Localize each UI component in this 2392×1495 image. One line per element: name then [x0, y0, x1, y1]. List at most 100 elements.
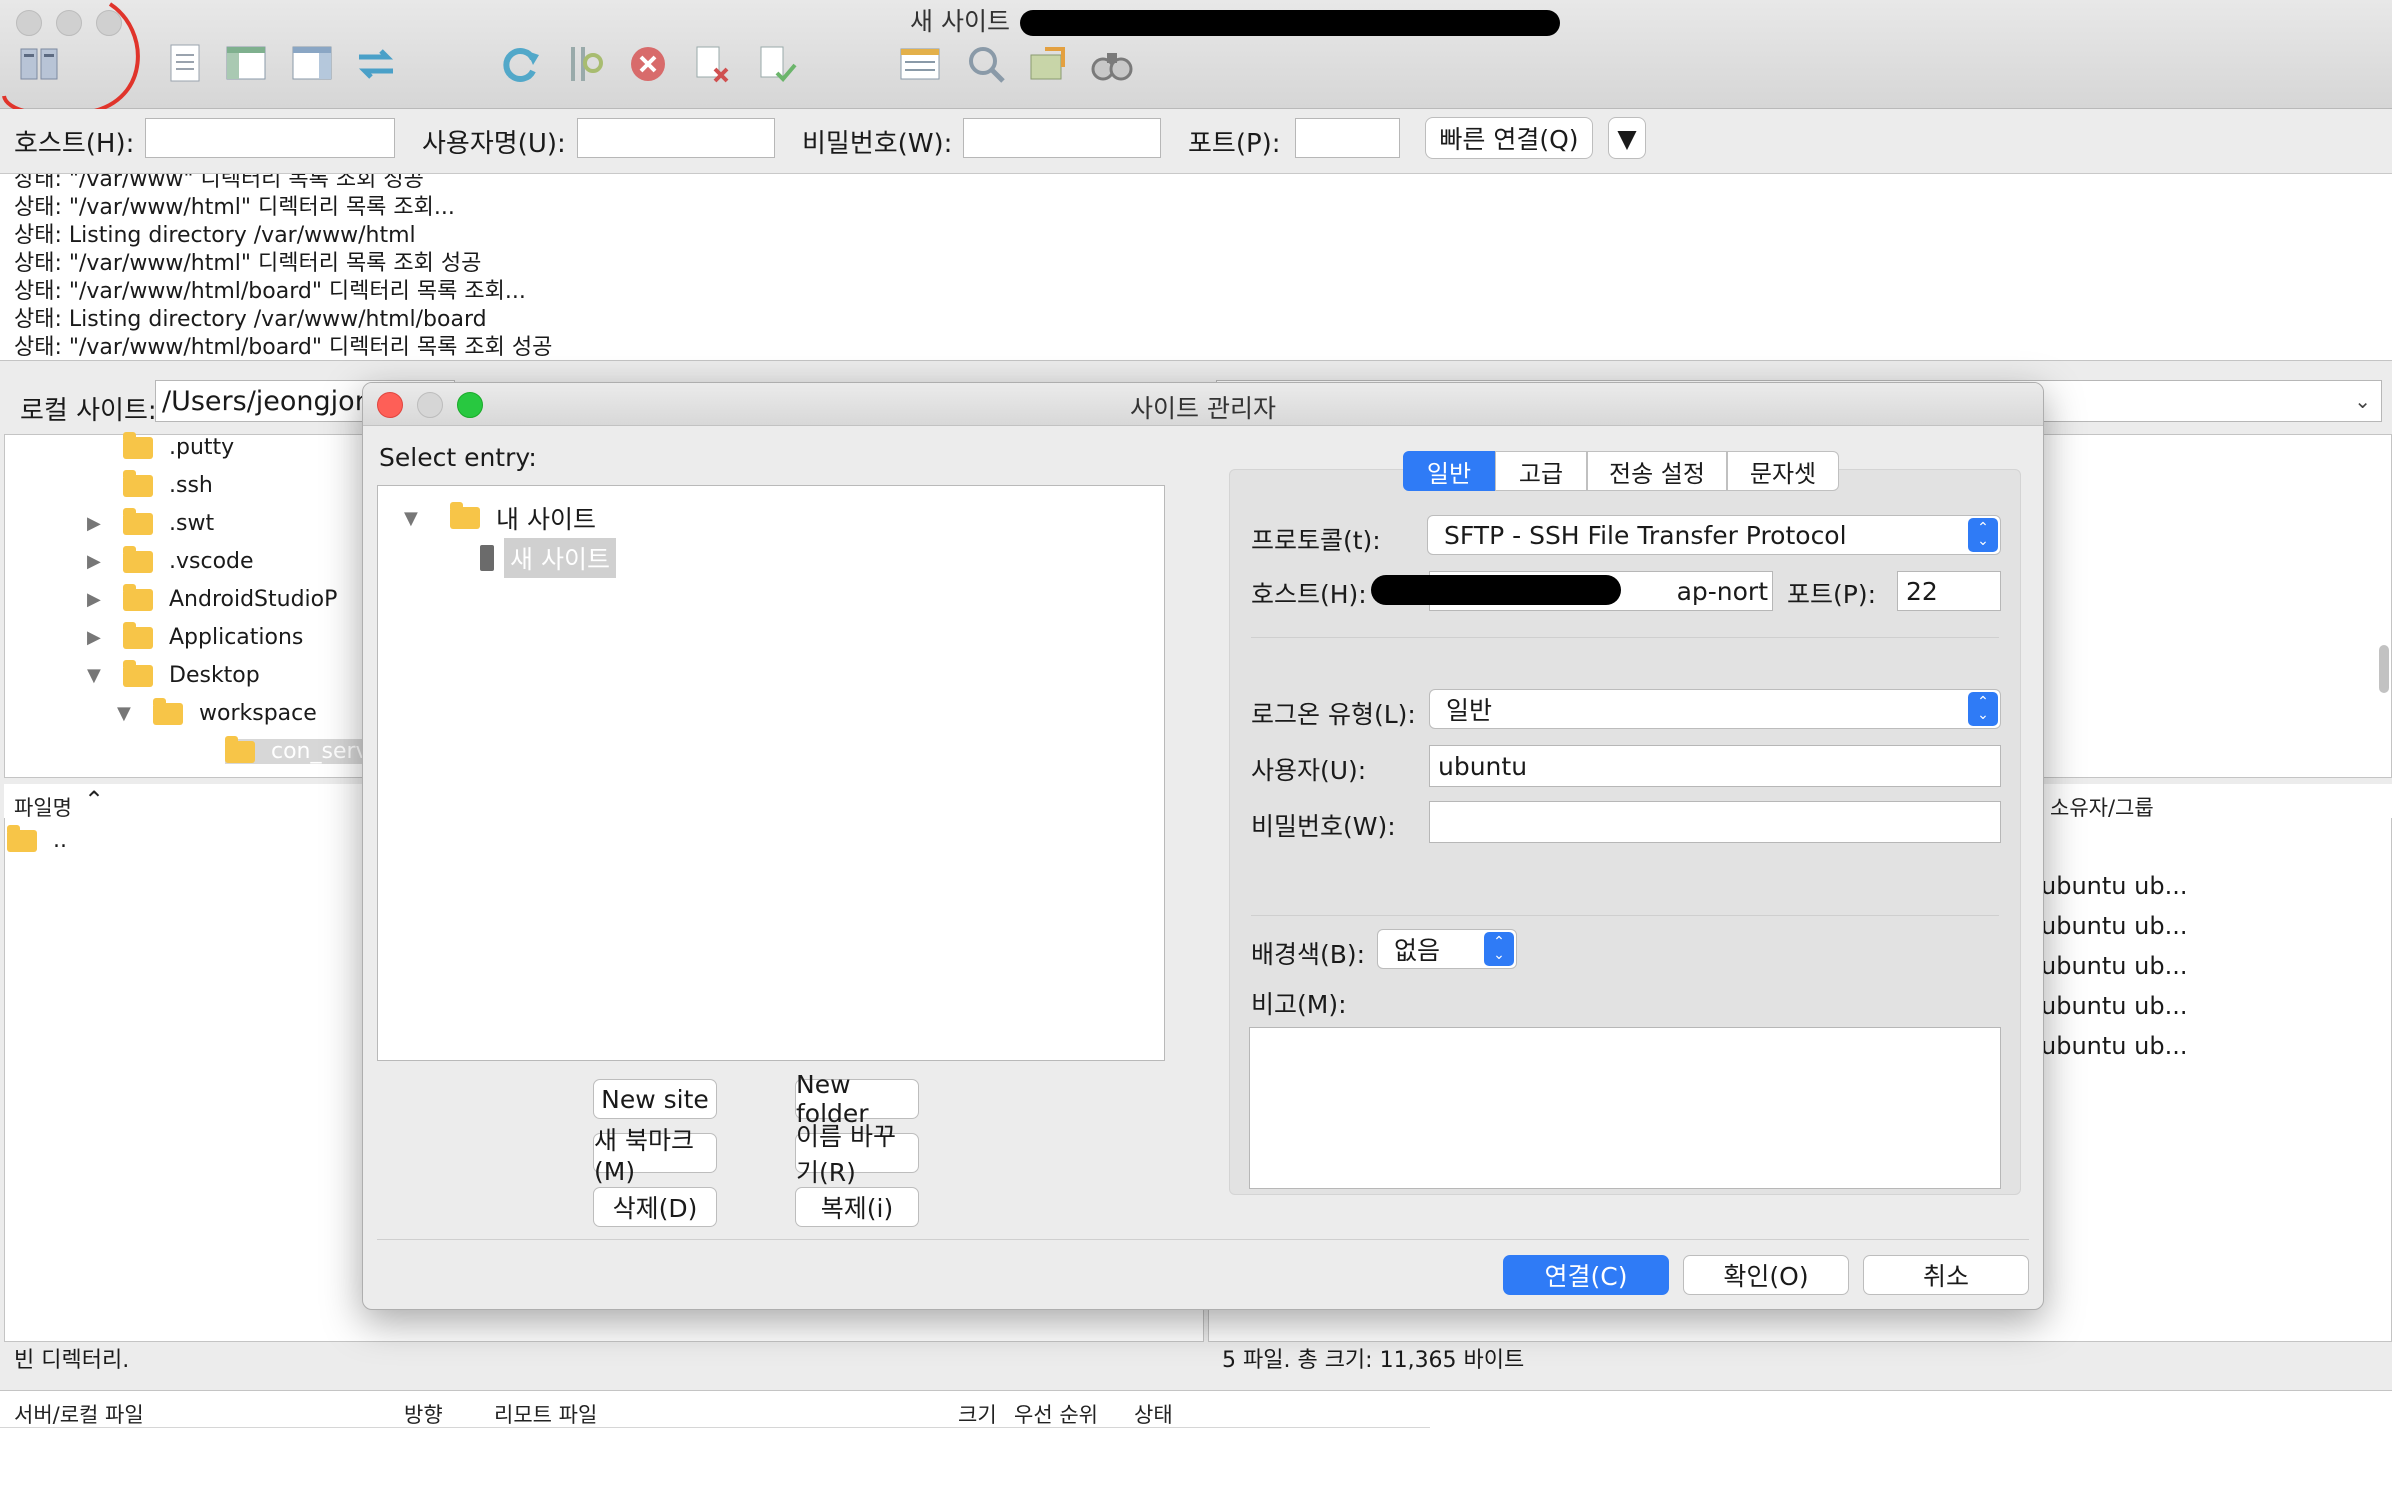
divider — [1251, 637, 1999, 638]
cancel-icon[interactable] — [624, 40, 672, 88]
folder-icon — [123, 469, 153, 497]
chevron-down-icon[interactable]: ⌄ — [2354, 389, 2371, 413]
tab-general[interactable]: 일반 — [1403, 451, 1495, 491]
user-input[interactable]: ubuntu — [1429, 745, 2001, 787]
background-color-label: 배경색(B): — [1251, 940, 1366, 969]
logon-type-label: 로그온 유형(L): — [1251, 700, 1416, 729]
tree-item-label: workspace — [199, 701, 317, 726]
tree-item-label: .swt — [169, 511, 215, 536]
disclosure-arrow-icon[interactable]: ▼ — [404, 508, 450, 529]
log-line: 상태: "/var/www" 디렉터리 목록 조회 성공 — [14, 174, 424, 192]
tab-transfer-settings[interactable]: 전송 설정 — [1587, 451, 1727, 491]
queue-column-header[interactable]: 우선 순위 — [1014, 1399, 1098, 1429]
local-tree-icon[interactable] — [222, 40, 270, 88]
tab-advanced[interactable]: 고급 — [1495, 451, 1587, 491]
protocol-select[interactable]: SFTP - SSH File Transfer Protocol ⌃ ⌄ — [1427, 515, 2001, 555]
new-bookmark-button[interactable]: 새 북마크(M) — [593, 1126, 717, 1186]
tree-item[interactable]: .ssh — [123, 469, 213, 498]
password-input[interactable] — [1429, 801, 2001, 843]
chevron-down-icon: ▼ — [1617, 123, 1637, 153]
disclosure-arrow-icon[interactable]: ▶ — [87, 551, 117, 572]
list-item[interactable]: .. — [7, 824, 67, 853]
owner-cell: ubuntu ub... — [2041, 1032, 2188, 1060]
tree-item[interactable]: ▼ workspace — [117, 697, 317, 726]
username-input[interactable] — [577, 118, 775, 158]
protocol-value: SFTP - SSH File Transfer Protocol — [1444, 520, 1847, 550]
queue-column-header[interactable]: 상태 — [1134, 1399, 1173, 1429]
folder-icon — [123, 431, 153, 459]
sync-browse-icon[interactable] — [1024, 40, 1072, 88]
ok-button[interactable]: 확인(O) — [1683, 1255, 1849, 1295]
folder-icon — [225, 735, 255, 763]
disclosure-arrow-icon[interactable]: ▼ — [117, 703, 147, 724]
directory-listing-filter-icon[interactable] — [896, 40, 944, 88]
disclosure-arrow-icon[interactable]: ▶ — [87, 627, 117, 648]
background-color-value: 없음 — [1394, 936, 1441, 965]
folder-icon — [153, 697, 183, 725]
site-tree-folder[interactable]: ▼ 내 사이트 — [404, 500, 596, 536]
host-input[interactable] — [145, 118, 395, 158]
queue-column-header[interactable]: 리모트 파일 — [494, 1399, 597, 1429]
queue-column-header[interactable]: 방향 — [404, 1399, 443, 1429]
logon-type-select[interactable]: 일반 ⌃ ⌄ — [1429, 689, 2001, 729]
tree-item[interactable]: .putty — [123, 431, 234, 460]
compare-icon[interactable] — [962, 40, 1010, 88]
tree-item[interactable]: ▼ Desktop — [87, 659, 260, 688]
message-log: 상태: "/var/www" 디렉터리 목록 조회 성공 상태: "/var/w… — [0, 174, 2392, 361]
folder-icon — [123, 545, 153, 573]
tree-item-label: .vscode — [169, 549, 254, 574]
log-line: 상태: "/var/www/html" 디렉터리 목록 조회 성공 — [14, 251, 482, 276]
server-icon — [480, 545, 494, 571]
background-color-select[interactable]: 없음 ⌃ ⌄ — [1377, 929, 1517, 969]
connect-button[interactable]: 연결(C) — [1503, 1255, 1669, 1295]
remote-tree-icon[interactable] — [288, 40, 336, 88]
transfer-queue: 서버/로컬 파일 방향 리모트 파일 크기 우선 순위 상태 — [0, 1390, 2392, 1495]
site-manager-dialog: 사이트 관리자 Select entry: ▼ 내 사이트 새 사이트 New … — [362, 382, 2044, 1310]
message-log-icon[interactable] — [162, 40, 210, 88]
tree-item-label: Desktop — [169, 663, 260, 688]
cancel-button[interactable]: 취소 — [1863, 1255, 2029, 1295]
comments-textarea[interactable] — [1249, 1027, 2001, 1189]
owner-cell: ubuntu ub... — [2041, 952, 2188, 980]
disconnect-icon[interactable] — [688, 40, 736, 88]
reconnect-icon[interactable] — [752, 40, 800, 88]
owner-cell: ubuntu ub... — [2041, 872, 2188, 900]
log-line: 상태: "/var/www/html/board" 디렉터리 목록 조회 성공 — [14, 335, 553, 360]
disclosure-arrow-icon[interactable]: ▼ — [87, 665, 117, 686]
tree-item[interactable]: ▶ Applications — [87, 621, 303, 650]
site-tree-item-selected[interactable]: 새 사이트 — [480, 538, 616, 578]
transfer-queue-icon[interactable] — [352, 40, 400, 88]
port-input[interactable] — [1295, 118, 1400, 158]
refresh-icon[interactable] — [496, 40, 544, 88]
queue-column-header[interactable]: 크기 — [958, 1399, 997, 1429]
host-label: 호스트(H): — [14, 129, 135, 159]
duplicate-button[interactable]: 복제(i) — [795, 1187, 919, 1227]
delete-button[interactable]: 삭제(D) — [593, 1187, 717, 1227]
updown-arrows-icon: ⌃ ⌄ — [1968, 518, 1998, 552]
find-files-icon[interactable] — [1088, 40, 1136, 88]
host-label: 호스트(H): — [1251, 580, 1367, 609]
disclosure-arrow-icon[interactable]: ▶ — [87, 513, 117, 534]
tree-item[interactable]: ▶ .vscode — [87, 545, 254, 574]
new-folder-button[interactable]: New folder — [795, 1070, 919, 1128]
dialog-titlebar: 사이트 관리자 — [363, 383, 2043, 426]
scrollbar-thumb[interactable] — [2379, 645, 2389, 693]
tab-charset[interactable]: 문자셋 — [1727, 451, 1839, 491]
redaction-mark — [1020, 10, 1560, 36]
quickconnect-dropdown-button[interactable]: ▼ — [1608, 117, 1646, 159]
local-status: 빈 디렉터리. — [14, 1348, 130, 1373]
port-input[interactable]: 22 — [1897, 571, 2001, 611]
tree-item[interactable]: ▶ .swt — [87, 507, 215, 536]
list-item-label: .. — [53, 828, 67, 853]
quickconnect-button[interactable]: 빠른 연결(Q) — [1425, 117, 1593, 159]
tree-item[interactable]: ▶ AndroidStudioP — [87, 583, 338, 612]
updown-arrows-icon: ⌃ ⌄ — [1484, 932, 1514, 966]
tree-item-label: AndroidStudioP — [169, 587, 338, 612]
sort-ascending-icon: ⌃ — [84, 786, 105, 814]
process-queue-icon[interactable] — [560, 40, 608, 88]
queue-column-header[interactable]: 서버/로컬 파일 — [14, 1399, 144, 1429]
new-site-button[interactable]: New site — [593, 1079, 717, 1119]
password-input[interactable] — [963, 118, 1161, 158]
disclosure-arrow-icon[interactable]: ▶ — [87, 589, 117, 610]
rename-button[interactable]: 이름 바꾸기(R) — [795, 1122, 919, 1187]
